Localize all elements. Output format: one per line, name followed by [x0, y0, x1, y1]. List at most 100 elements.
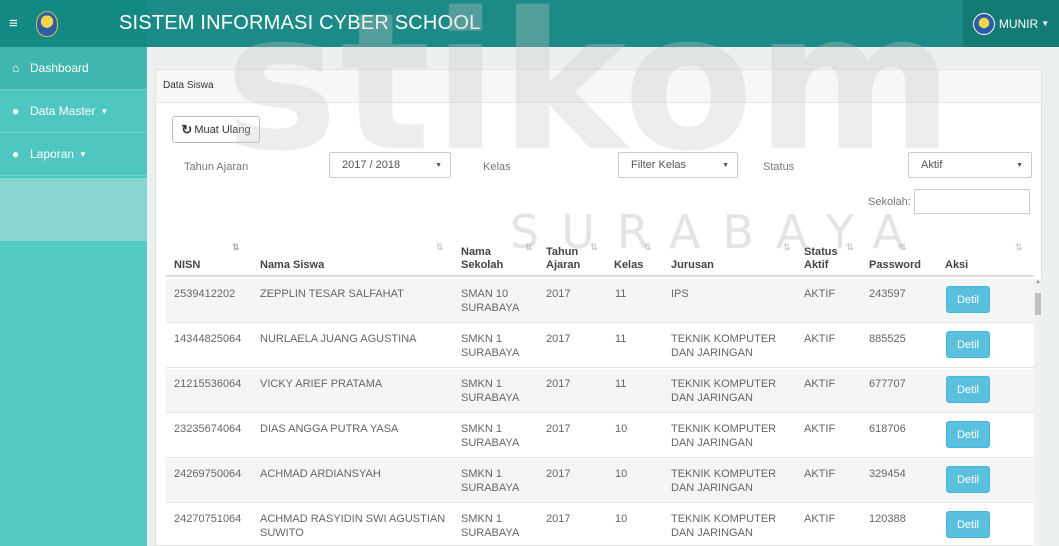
chevron-down-icon: ▼ [722, 161, 729, 169]
data-siswa-panel: Data Siswa ↻ Muat Ulang Tahun Ajaran 201… [155, 69, 1042, 546]
cell-status: AKTIF [804, 378, 836, 390]
cell-tahun: 2017 [546, 288, 571, 300]
cell-status: AKTIF [804, 513, 836, 525]
cell-nama: NURLAELA JUANG AGUSTINA [260, 333, 417, 345]
cell-jurusan: TEKNIK KOMPUTER DAN JARINGAN [671, 513, 777, 539]
sort-icon: ⇅ [590, 242, 597, 252]
user-menu[interactable]: MUNIR ▼ [963, 0, 1059, 47]
sort-icon: ⇅ [846, 242, 853, 252]
app-title: SISTEM INFORMASI CYBER SCHOOL [119, 12, 481, 34]
cell-kelas: 11 [615, 288, 627, 300]
sort-asc-icon: ⇅ [232, 242, 239, 252]
cell-nama: ZEPPLIN TESAR SALFAHAT [260, 288, 404, 300]
column-header-password[interactable]: Password ⇅ [869, 238, 939, 277]
sort-icon: ⇅ [644, 242, 651, 252]
cell-nisn: 24269750064 [174, 468, 242, 480]
cell-password: 243597 [869, 288, 906, 300]
column-header-jurusan[interactable]: Jurusan ⇅ [671, 238, 797, 277]
cell-sekolah: SMKN 1 SURABAYA [461, 513, 520, 539]
column-header-label: Kelas [614, 259, 644, 271]
table-row: 14344825064 NURLAELA JUANG AGUSTINA SMKN… [166, 324, 1034, 368]
scroll-thumb[interactable] [1035, 293, 1041, 315]
detail-button[interactable]: Detil [946, 376, 990, 403]
column-header-label: Nama Sekolah [461, 246, 504, 271]
column-header-nama[interactable]: Nama Siswa ⇅ [260, 238, 446, 277]
sidebar-item-label: Laporan [30, 147, 75, 161]
sidebar-item-dashboard[interactable]: ⌂ Dashboard [0, 47, 147, 90]
column-header-label: Password [869, 259, 921, 271]
cell-nama: ACHMAD ARDIANSYAH [260, 468, 381, 480]
cell-nisn: 21215536064 [174, 378, 242, 390]
cell-tahun: 2017 [546, 333, 571, 345]
detail-button[interactable]: Detil [946, 511, 990, 538]
status-select[interactable]: Aktif ▼ [908, 152, 1032, 178]
cell-nisn: 24270751064 [174, 513, 242, 525]
cell-tahun: 2017 [546, 513, 571, 525]
cell-tahun: 2017 [546, 468, 571, 480]
cell-password: 329454 [869, 468, 906, 480]
detail-button[interactable]: Detil [946, 331, 990, 358]
detail-button[interactable]: Detil [946, 286, 990, 313]
chevron-down-icon: ▼ [79, 149, 87, 159]
cell-jurusan: TEKNIK KOMPUTER DAN JARINGAN [671, 378, 777, 404]
cell-jurusan: TEKNIK KOMPUTER DAN JARINGAN [671, 333, 777, 359]
users-icon: ● [12, 147, 20, 161]
status-value: Aktif [921, 159, 943, 171]
cell-jurusan: TEKNIK KOMPUTER DAN JARINGAN [671, 423, 777, 449]
cell-sekolah: SMKN 1 SURABAYA [461, 378, 520, 404]
column-header-label: Jurusan [671, 259, 714, 271]
sort-icon: ⇅ [1015, 242, 1022, 252]
chevron-down-icon: ▼ [1016, 161, 1023, 169]
kelas-label: Kelas [483, 161, 511, 173]
refresh-icon: ↻ [181, 121, 193, 137]
cell-nisn: 23235674064 [174, 423, 242, 435]
cell-sekolah: SMKN 1 SURABAYA [461, 468, 520, 494]
cell-kelas: 10 [615, 423, 628, 435]
cell-kelas: 11 [615, 378, 627, 390]
cell-password: 618706 [869, 423, 906, 435]
user-avatar [972, 12, 995, 35]
column-header-label: NISN [174, 259, 201, 271]
sidebar-item-label: Data Master [30, 104, 96, 118]
cell-sekolah: SMKN 1 SURABAYA [461, 333, 520, 359]
sidebar-background [0, 241, 147, 546]
table-scrollbar[interactable]: ▲ [1034, 279, 1042, 546]
cell-nama: DIAS ANGGA PUTRA YASA [260, 423, 399, 435]
column-header-sekolah[interactable]: Nama Sekolah ⇅ [461, 238, 539, 277]
reload-button[interactable]: ↻ Muat Ulang [172, 116, 260, 143]
table-body: 2539412202 ZEPPLIN TESAR SALFAHAT SMAN 1… [166, 279, 1034, 546]
column-header-nisn[interactable]: NISN ⇅ [174, 238, 254, 277]
sekolah-search-input[interactable] [914, 189, 1030, 214]
scroll-up-arrow-icon[interactable]: ▲ [1034, 279, 1042, 285]
table-row: 24270751064 ACHMAD RASYIDIN SWI AGUSTIAN… [166, 504, 1034, 546]
column-header-tahun[interactable]: Tahun Ajaran ⇅ [546, 238, 610, 277]
sidebar-item-data-master[interactable]: ● Data Master ▼ [0, 90, 147, 133]
detail-button[interactable]: Detil [946, 466, 990, 493]
cell-status: AKTIF [804, 333, 836, 345]
column-header-label: Status Aktif [804, 246, 838, 271]
kelas-select[interactable]: Filter Kelas ▼ [618, 152, 738, 178]
column-header-aksi[interactable]: Aksi ⇅ [945, 238, 1031, 277]
user-name: MUNIR [998, 16, 1039, 31]
sort-icon: ⇅ [783, 242, 790, 252]
sidebar-item-laporan[interactable]: ● Laporan ▼ [0, 133, 147, 176]
table-row: 24269750064 ACHMAD ARDIANSYAH SMKN 1 SUR… [166, 459, 1034, 503]
column-header-label: Aksi [945, 259, 969, 271]
cell-password: 885525 [869, 333, 906, 345]
column-header-status[interactable]: Status Aktif ⇅ [804, 238, 868, 277]
chevron-down-icon: ▼ [1041, 19, 1050, 28]
column-header-kelas[interactable]: Kelas ⇅ [614, 238, 668, 277]
cell-status: AKTIF [804, 288, 836, 300]
chevron-down-icon: ▼ [435, 161, 442, 169]
cell-sekolah: SMAN 10 SURABAYA [461, 288, 520, 314]
tahun-ajaran-select[interactable]: 2017 / 2018 ▼ [329, 152, 451, 178]
panel-heading: Data Siswa [156, 70, 1041, 103]
sidebar: ⌂ Dashboard ● Data Master ▼ ● Laporan ▼ [0, 47, 147, 546]
detail-button[interactable]: Detil [946, 421, 990, 448]
column-header-label: Tahun Ajaran [546, 246, 581, 271]
hamburger-icon[interactable]: ≡ [9, 15, 23, 32]
cell-sekolah: SMKN 1 SURABAYA [461, 423, 520, 449]
cell-jurusan: IPS [671, 288, 689, 300]
cell-jurusan: TEKNIK KOMPUTER DAN JARINGAN [671, 468, 777, 494]
sidebar-item-label: Dashboard [30, 61, 89, 75]
